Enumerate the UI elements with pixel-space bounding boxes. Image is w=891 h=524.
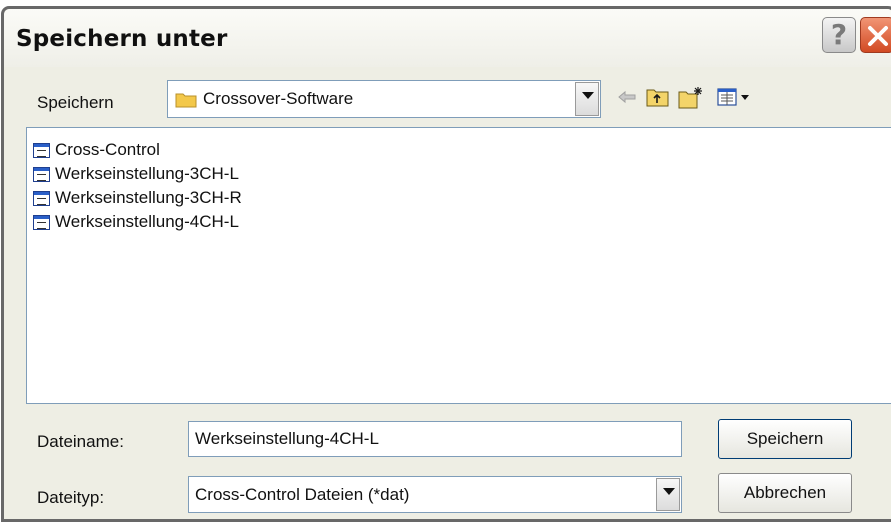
location-label: Speichern bbox=[37, 93, 114, 112]
chevron-down-icon bbox=[582, 92, 594, 99]
filename-label: Dateiname: bbox=[37, 432, 124, 451]
filetype-value: Cross-Control Dateien (*dat) bbox=[195, 485, 410, 504]
close-icon bbox=[868, 26, 888, 46]
up-folder-icon[interactable] bbox=[646, 86, 670, 108]
filetype-label: Dateityp: bbox=[37, 488, 105, 507]
chevron-down-icon bbox=[663, 488, 675, 495]
file-list[interactable]: Cross-Control Werkseinstellung-3CH-L Wer… bbox=[26, 127, 891, 404]
help-button[interactable]: ? bbox=[822, 17, 856, 53]
filetype-combobox[interactable]: Cross-Control Dateien (*dat) bbox=[188, 476, 682, 513]
close-button[interactable] bbox=[860, 17, 891, 53]
new-folder-icon[interactable] bbox=[678, 86, 704, 110]
folder-icon bbox=[175, 93, 197, 108]
dialog-title: Speichern unter bbox=[16, 26, 228, 52]
file-name: Werkseinstellung-4CH-L bbox=[55, 212, 239, 231]
list-item[interactable]: Werkseinstellung-3CH-L bbox=[33, 163, 239, 185]
cancel-button[interactable]: Abbrechen bbox=[718, 473, 852, 513]
filetype-dropdown-button[interactable] bbox=[656, 478, 680, 511]
save-as-dialog: Speichern unter ? Speichern Crossover-So… bbox=[1, 6, 891, 522]
title-bar[interactable]: Speichern unter ? bbox=[4, 9, 891, 67]
view-menu-icon[interactable] bbox=[717, 86, 753, 108]
file-icon bbox=[33, 142, 50, 158]
file-icon bbox=[33, 214, 50, 230]
location-dropdown-button[interactable] bbox=[575, 82, 599, 116]
file-icon bbox=[33, 190, 50, 206]
list-item[interactable]: Cross-Control bbox=[33, 139, 160, 161]
help-icon: ? bbox=[830, 18, 848, 51]
location-combobox[interactable]: Crossover-Software bbox=[167, 80, 601, 118]
list-item[interactable]: Werkseinstellung-3CH-R bbox=[33, 187, 242, 209]
save-button[interactable]: Speichern bbox=[718, 419, 852, 459]
filename-value: Werkseinstellung-4CH-L bbox=[195, 429, 379, 448]
location-value: Crossover-Software bbox=[203, 89, 354, 108]
file-name: Werkseinstellung-3CH-R bbox=[55, 188, 242, 207]
file-name: Cross-Control bbox=[55, 140, 160, 159]
back-arrow-icon[interactable] bbox=[616, 86, 638, 108]
file-icon bbox=[33, 166, 50, 182]
list-item[interactable]: Werkseinstellung-4CH-L bbox=[33, 211, 239, 233]
file-name: Werkseinstellung-3CH-L bbox=[55, 164, 239, 183]
filename-input[interactable]: Werkseinstellung-4CH-L bbox=[188, 421, 682, 457]
